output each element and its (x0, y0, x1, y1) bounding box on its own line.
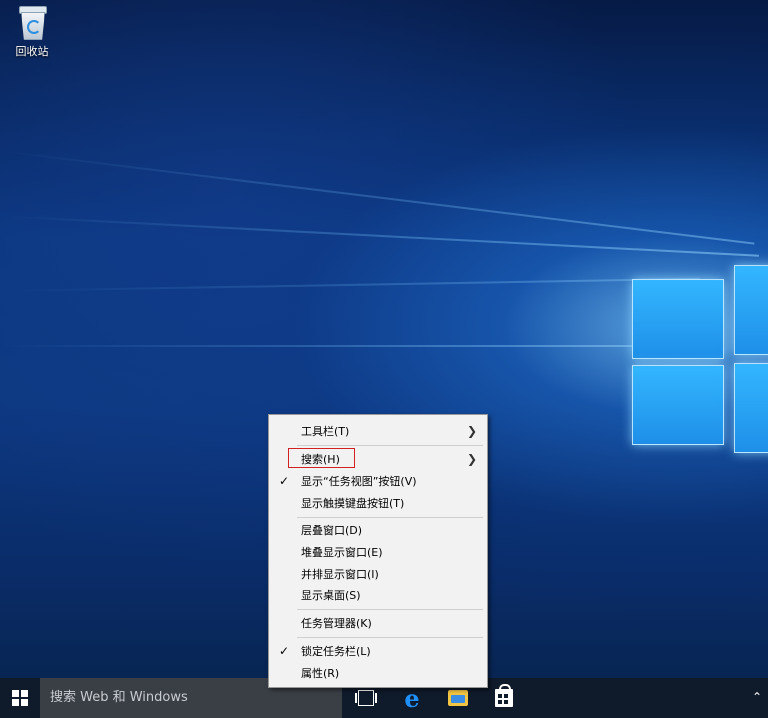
menu-item-show-task-view[interactable]: ✓ 显示“任务视图”按钮(V) (269, 471, 487, 492)
windows-logo-graphic (630, 265, 768, 453)
windows-start-icon (12, 690, 28, 706)
recycle-bin-label: 回收站 (15, 45, 49, 58)
checkmark-icon: ✓ (279, 474, 290, 488)
menu-item-stack-windows[interactable]: 堆叠显示窗口(E) (269, 542, 487, 563)
chevron-right-icon: ❯ (466, 452, 477, 466)
menu-item-label: 显示触摸键盘按钮(T) (301, 497, 405, 510)
chevron-up-icon[interactable]: ⌃ (752, 690, 762, 704)
menu-item-properties[interactable]: 属性(R) (269, 663, 487, 684)
menu-item-label: 工具栏(T) (301, 425, 350, 438)
file-explorer-icon (448, 690, 468, 706)
search-highlight-box (288, 448, 355, 468)
menu-separator (297, 609, 483, 610)
light-beam (0, 277, 700, 292)
checkmark-icon: ✓ (279, 644, 290, 658)
store-button[interactable] (482, 678, 526, 718)
recycle-bin-shortcut[interactable]: 回收站 (8, 4, 56, 59)
menu-item-label: 显示“任务视图”按钮(V) (301, 475, 417, 488)
menu-separator (297, 517, 483, 518)
start-button[interactable] (0, 678, 40, 718)
light-beam (0, 215, 760, 257)
menu-item-side-by-side[interactable]: 并排显示窗口(I) (269, 564, 487, 585)
menu-item-show-desktop[interactable]: 显示桌面(S) (269, 585, 487, 606)
menu-item-toolbars[interactable]: 工具栏(T) ❯ (269, 421, 487, 442)
light-beam (0, 150, 755, 245)
menu-item-label: 属性(R) (301, 667, 340, 680)
menu-item-label: 并排显示窗口(I) (301, 568, 379, 581)
menu-separator (297, 445, 483, 446)
store-icon (495, 684, 513, 707)
menu-item-show-touch-keyboard[interactable]: 显示触摸键盘按钮(T) (269, 493, 487, 514)
menu-item-label: 堆叠显示窗口(E) (301, 546, 383, 559)
menu-item-label: 锁定任务栏(L) (301, 645, 371, 658)
menu-separator (297, 637, 483, 638)
menu-item-cascade-windows[interactable]: 层叠窗口(D) (269, 520, 487, 541)
menu-item-lock-taskbar[interactable]: ✓ 锁定任务栏(L) (269, 641, 487, 662)
light-beam (0, 345, 640, 347)
menu-item-task-manager[interactable]: 任务管理器(K) (269, 613, 487, 634)
menu-item-label: 显示桌面(S) (301, 589, 361, 602)
recycle-bin-icon (17, 6, 47, 40)
menu-item-label: 任务管理器(K) (301, 617, 372, 630)
chevron-right-icon: ❯ (466, 424, 477, 438)
menu-item-label: 层叠窗口(D) (301, 524, 363, 537)
task-view-icon (355, 690, 377, 706)
